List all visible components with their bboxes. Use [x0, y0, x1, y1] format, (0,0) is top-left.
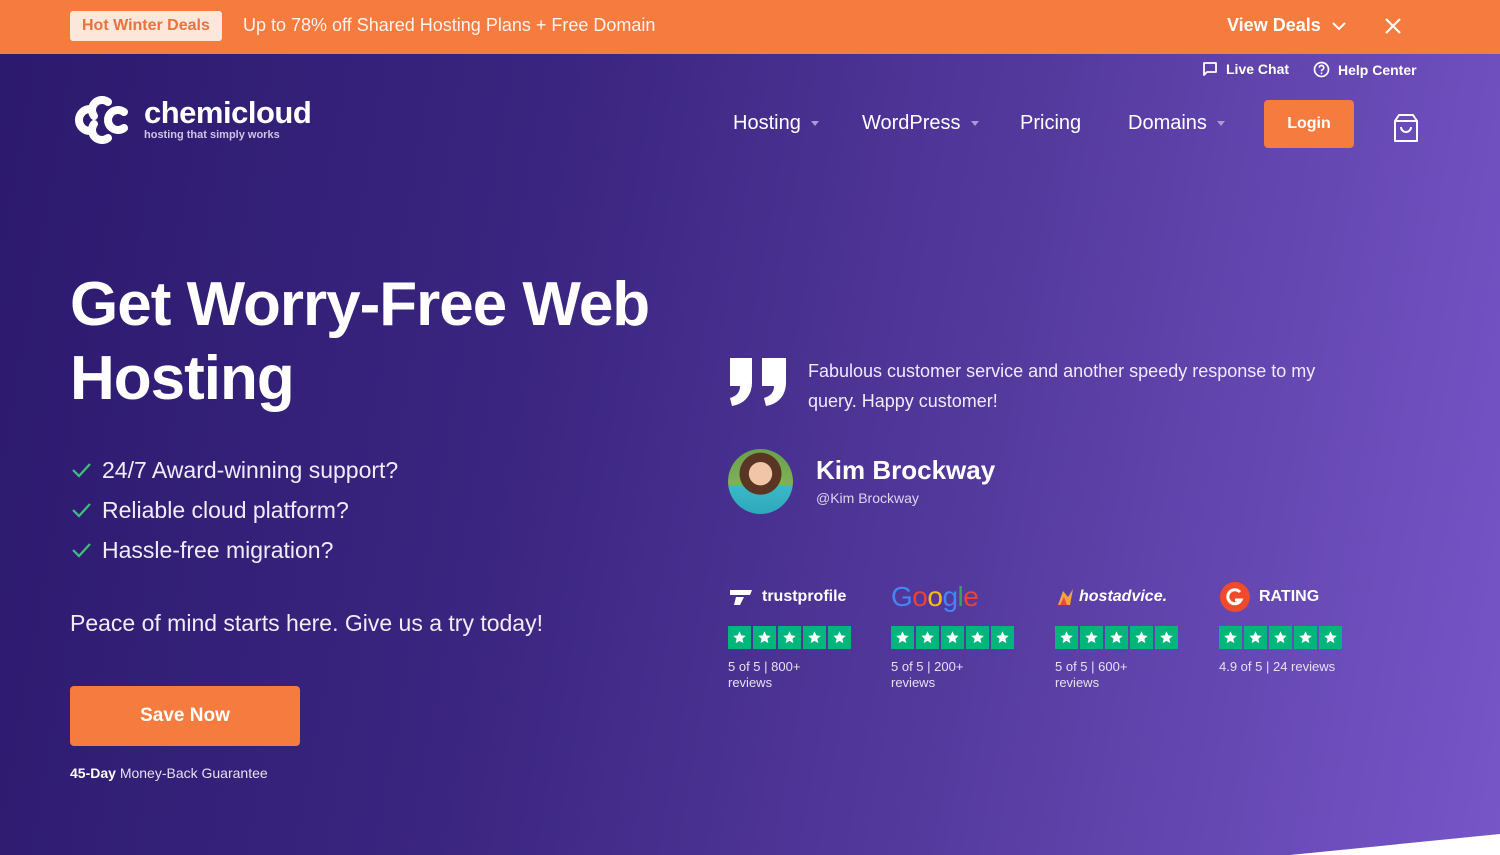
star-icon [1269, 626, 1292, 649]
google-logo: Google [891, 581, 979, 612]
rating-source: hostadvice. [1079, 588, 1168, 605]
checklist-text: Hassle-free migration? [102, 536, 334, 563]
checklist-item: Hassle-free migration? [70, 530, 398, 570]
rating-summary: 5 of 5 | 600+ reviews [1055, 659, 1128, 690]
star-icon [1219, 626, 1242, 649]
avatar [728, 449, 793, 514]
rating-hostadvice: hostadvice. 5 of 5 | 600+ reviews [1055, 580, 1195, 691]
nav-hosting-label: Hosting [733, 112, 801, 134]
hero-subheadline: Peace of mind starts here. Give us a try… [70, 610, 543, 636]
caret-down-icon [970, 121, 979, 126]
star-rating [1219, 626, 1369, 649]
caret-down-icon [810, 121, 819, 126]
star-icon [1130, 626, 1153, 649]
guarantee-days: 45-Day [70, 765, 116, 781]
g2-logo-icon [1220, 582, 1250, 612]
star-icon [753, 626, 776, 649]
quote-icon [730, 358, 786, 406]
star-icon [891, 626, 914, 649]
testimonial-author: Kim Brockway [816, 455, 996, 485]
checkmark-icon [72, 463, 91, 478]
trustprofile-logo-icon [730, 590, 752, 605]
star-icon [728, 626, 751, 649]
rating-google: Google 5 of 5 | 200+ reviews [891, 580, 1031, 691]
star-icon [1080, 626, 1103, 649]
shopping-bag-icon[interactable] [1390, 112, 1422, 144]
checklist-text: 24/7 Award-winning support? [102, 456, 399, 483]
chevron-down-icon [1332, 21, 1346, 30]
caret-down-icon [1216, 121, 1225, 126]
nav-wordpress[interactable]: WordPress [862, 112, 979, 135]
nav-wordpress-label: WordPress [862, 112, 961, 134]
rating-source: RATING [1259, 588, 1320, 605]
feature-checklist: 24/7 Award-winning support? Reliable clo… [70, 450, 398, 570]
view-deals-label: View Deals [1227, 15, 1321, 35]
star-rating [891, 626, 1031, 649]
star-icon [966, 626, 989, 649]
star-icon [778, 626, 801, 649]
nav-domains-label: Domains [1128, 112, 1207, 134]
live-chat-label: Live Chat [1226, 61, 1290, 77]
nav-pricing-label: Pricing [1020, 112, 1082, 134]
chemicloud-logo-icon [75, 96, 128, 144]
promo-bar: Hot Winter Deals Up to 78% off Shared Ho… [0, 0, 1500, 54]
hero-headline: Get Worry-Free Web Hosting [70, 270, 650, 413]
checklist-item: Reliable cloud platform? [70, 490, 398, 530]
star-icon [1055, 626, 1078, 649]
login-button[interactable]: Login [1264, 100, 1354, 148]
close-icon[interactable] [1383, 16, 1403, 36]
star-icon [941, 626, 964, 649]
testimonial-quote: Fabulous customer service and another sp… [808, 361, 1316, 411]
rating-source: trustprofile [762, 588, 847, 605]
view-deals-button[interactable]: View Deals [1227, 15, 1347, 36]
rating-g2: RATING 4.9 of 5 | 24 reviews [1219, 580, 1369, 675]
guarantee-text: 45-Day Money-Back Guarantee [70, 765, 268, 781]
help-center-label: Help Center [1338, 61, 1417, 78]
logo-tagline: hosting that simply works [144, 129, 280, 141]
checkmark-icon [72, 543, 91, 558]
star-icon [991, 626, 1014, 649]
star-icon [1294, 626, 1317, 649]
rating-summary: 4.9 of 5 | 24 reviews [1219, 659, 1336, 674]
star-rating [728, 626, 868, 649]
rating-trustprofile: trustprofile 5 of 5 | 800+ reviews [728, 580, 868, 691]
logo[interactable]: chemicloud hosting that simply works [70, 94, 312, 146]
star-icon [1244, 626, 1267, 649]
nav-pricing[interactable]: Pricing [1020, 112, 1081, 135]
live-chat-link[interactable]: Live Chat [1202, 61, 1289, 77]
help-icon [1313, 61, 1330, 78]
rating-summary: 5 of 5 | 200+ reviews [891, 659, 964, 690]
star-icon [1155, 626, 1178, 649]
help-center-link[interactable]: Help Center [1313, 61, 1417, 78]
star-rating [1055, 626, 1195, 649]
checklist-item: 24/7 Award-winning support? [70, 450, 398, 490]
promo-badge: Hot Winter Deals [70, 11, 222, 41]
save-now-button[interactable]: Save Now [70, 686, 300, 746]
rating-summary: 5 of 5 | 800+ reviews [728, 659, 801, 690]
logo-name: chemicloud [144, 95, 312, 130]
checklist-text: Reliable cloud platform? [102, 496, 349, 523]
star-icon [916, 626, 939, 649]
nav-hosting[interactable]: Hosting [733, 112, 819, 135]
checkmark-icon [72, 503, 91, 518]
star-icon [1319, 626, 1342, 649]
star-icon [803, 626, 826, 649]
testimonial-handle: @Kim Brockway [816, 490, 919, 506]
star-icon [1105, 626, 1128, 649]
nav-domains[interactable]: Domains [1128, 112, 1225, 135]
hostadvice-logo-icon [1058, 589, 1073, 605]
promo-text: Up to 78% off Shared Hosting Plans + Fre… [243, 15, 656, 35]
guarantee-label: Money-Back Guarantee [119, 765, 268, 781]
star-icon [828, 626, 851, 649]
chat-icon [1203, 62, 1217, 76]
